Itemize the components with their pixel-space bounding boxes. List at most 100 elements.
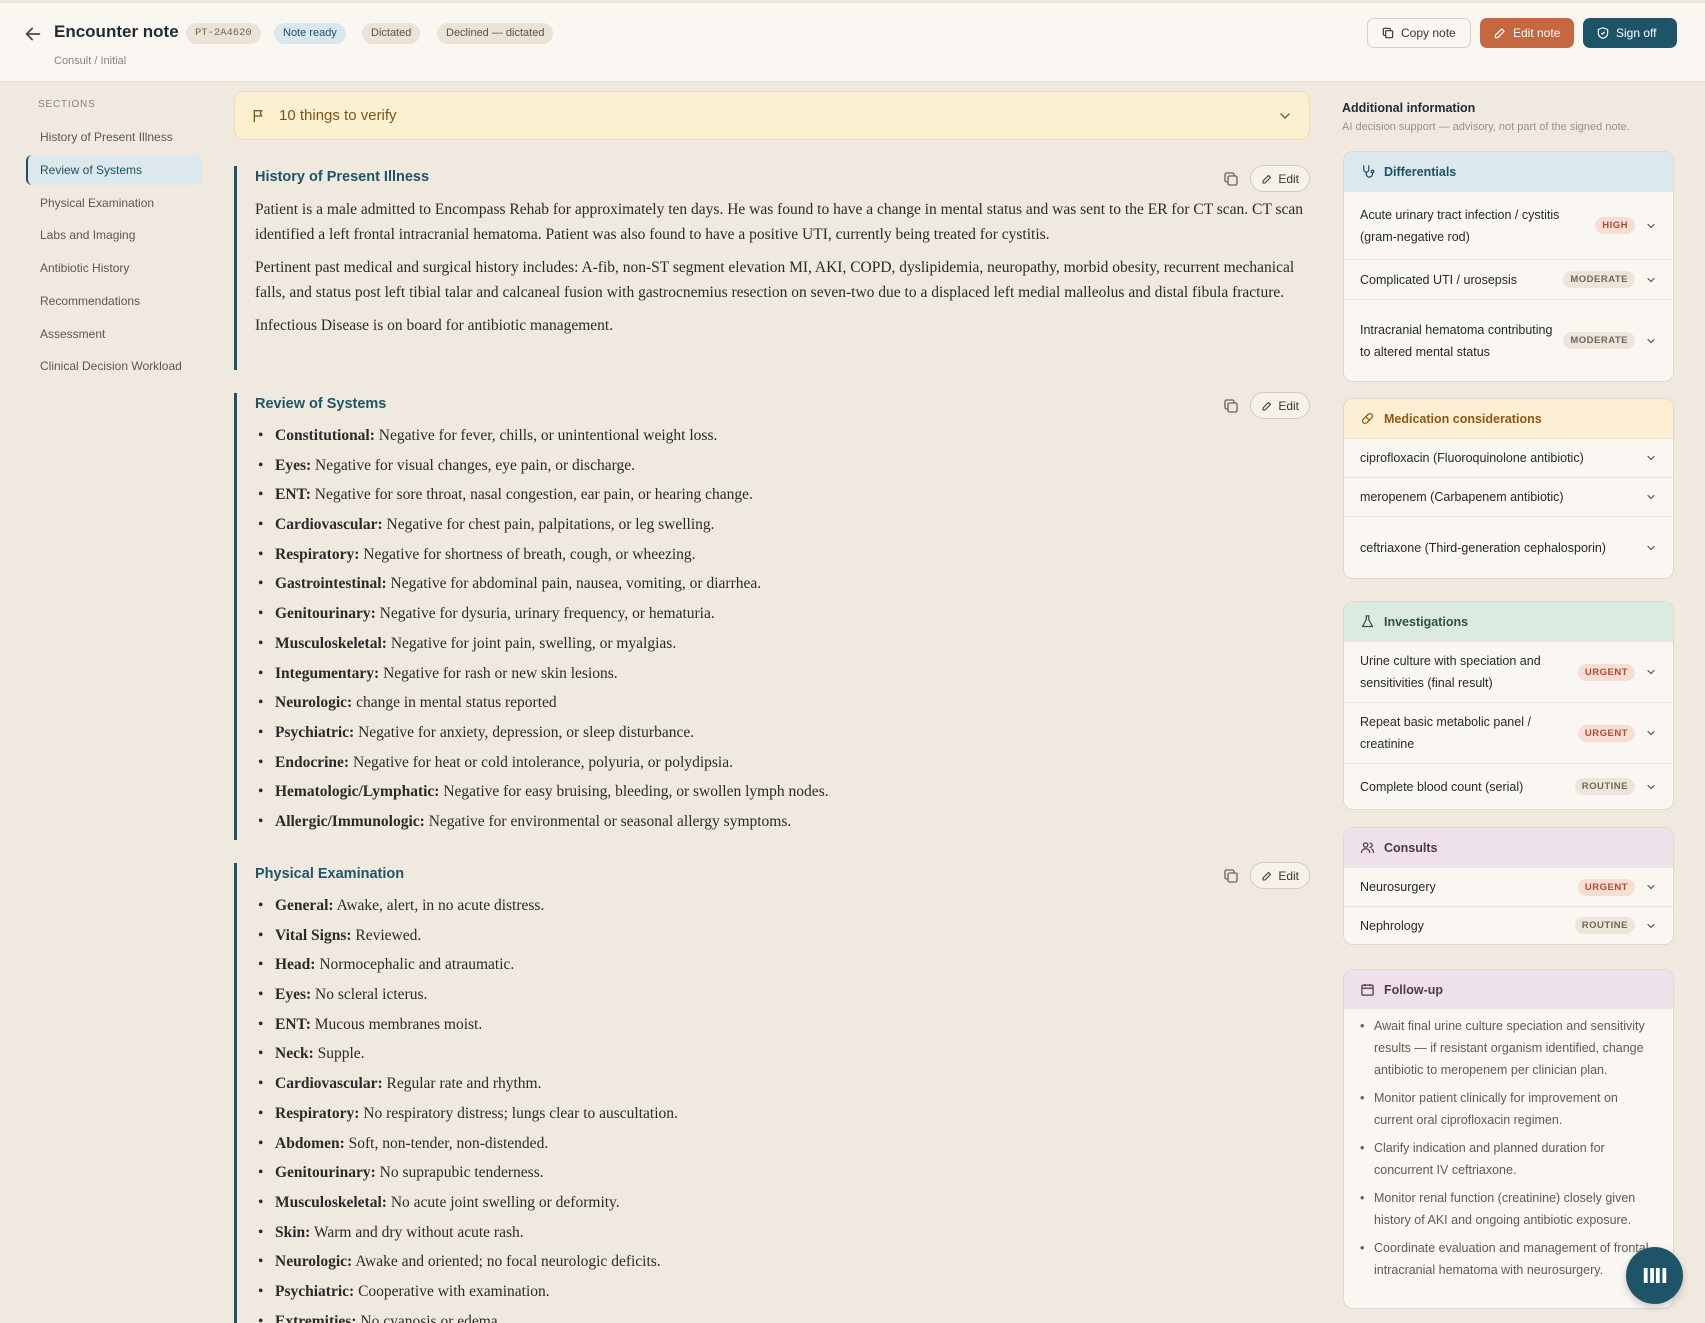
investigations-title: Investigations (1384, 614, 1469, 629)
differentials-header: Differentials (1344, 152, 1673, 191)
priority-badge: ROUTINE (1574, 917, 1635, 934)
nav-item-recommendations[interactable]: Recommendations (26, 286, 202, 316)
item-text: Negative for sore throat, nasal congesti… (314, 486, 753, 504)
item-label: Extremities: (275, 1312, 357, 1323)
nav-item-antibiotic-history[interactable]: Antibiotic History (26, 253, 202, 283)
item-text: Negative for fever, chills, or unintenti… (378, 427, 718, 444)
list-item: Musculoskeletal: No acute joint swelling… (255, 1188, 1310, 1218)
copy-note-button[interactable]: Copy note (1367, 18, 1471, 48)
additional-info-title: Additional information (1342, 101, 1476, 115)
list-item: Neurologic: change in mental status repo… (255, 688, 1310, 718)
copy-icon[interactable] (1222, 170, 1240, 188)
flask-icon (1361, 615, 1374, 628)
sign-off-label: Sign off (1616, 26, 1657, 40)
list-item: Eyes: Negative for visual changes, eye p… (255, 451, 1310, 481)
list-item: Extremities: No cyanosis or edema. (255, 1307, 1310, 1323)
ros-list: Constitutional: Negative for fever, chil… (255, 421, 1310, 837)
consult-row[interactable]: Nephrology ROUTINE (1344, 906, 1673, 944)
consult-row[interactable]: Neurosurgery URGENT (1344, 867, 1673, 906)
chevron-down-icon (1647, 455, 1655, 461)
chevron-down-icon (1647, 784, 1655, 789)
pencil-icon (1494, 28, 1505, 39)
nav-item-hpi[interactable]: History of Present Illness (26, 122, 202, 152)
item-text: Negative for visual changes, eye pain, o… (315, 456, 635, 474)
chevron-down-icon (1647, 884, 1655, 890)
follow-up-card: Follow-up Await final urine culture spec… (1343, 969, 1674, 1309)
differential-row[interactable]: Complicated UTI / urosepsis MODERATE (1344, 259, 1673, 299)
priority-badge: URGENT (1577, 724, 1635, 742)
copy-icon[interactable] (1222, 397, 1240, 415)
list-item: Neck: Supple. (255, 1039, 1310, 1069)
assistant-fab-button[interactable]: IⅡI (1626, 1247, 1683, 1304)
item-label: Neck: (275, 1045, 314, 1063)
edit-note-button[interactable]: Edit note (1480, 18, 1574, 48)
section-hpi: History of Present Illness Edit Patient … (234, 165, 1310, 370)
chevron-down-icon (1647, 223, 1655, 228)
consult-label: Nephrology (1360, 918, 1424, 933)
copy-icon (1382, 27, 1394, 39)
assistant-logo-icon: IⅡI (1641, 1263, 1668, 1288)
medications-header: Medication considerations (1344, 399, 1673, 438)
item-label: Skin: (275, 1223, 311, 1241)
differential-row[interactable]: Intracranial hematoma contributing to al… (1344, 299, 1673, 381)
list-item: Cardiovascular: Regular rate and rhythm. (255, 1069, 1310, 1099)
page-title: Encounter note (54, 22, 179, 41)
item-label: ENT: (275, 1015, 311, 1033)
item-label: Musculoskeletal: (275, 634, 387, 652)
nav-item-ros[interactable]: Review of Systems (26, 155, 202, 185)
list-item: Psychiatric: Cooperative with examinatio… (255, 1277, 1310, 1307)
physical-exam-list: General: Awake, alert, in no acute distr… (255, 891, 1310, 1323)
list-item: Cardiovascular: Negative for chest pain,… (255, 510, 1310, 540)
item-label: Integumentary: (275, 664, 380, 682)
hpi-paragraph: Pertinent past medical and surgical hist… (255, 259, 1295, 301)
investigation-row[interactable]: Complete blood count (serial) ROUTINE (1344, 763, 1673, 809)
item-label: Neurologic: (275, 694, 353, 712)
sign-off-button[interactable]: Sign off (1583, 18, 1677, 48)
edit-section-button[interactable]: Edit (1250, 862, 1310, 889)
item-text: No acute joint swelling or deformity. (390, 1193, 620, 1211)
investigation-row[interactable]: Repeat basic metabolic panel / creatinin… (1344, 702, 1673, 763)
investigation-row[interactable]: Urine culture with speciation and sensit… (1344, 641, 1673, 702)
item-text: Mucous membranes moist. (314, 1015, 483, 1033)
copy-icon[interactable] (1222, 867, 1240, 885)
nav-item-clinical-decision-workload[interactable]: Clinical Decision Workload (26, 351, 202, 381)
edit-section-button[interactable]: Edit (1250, 392, 1310, 419)
investigations-card: Investigations Urine culture with specia… (1343, 601, 1674, 810)
edit-section-button[interactable]: Edit (1250, 165, 1310, 192)
item-label: Respiratory: (275, 1104, 360, 1122)
note-type: Consult / Initial (54, 55, 127, 67)
calendar-icon (1361, 983, 1374, 996)
chevron-down-icon (1647, 277, 1655, 282)
verify-banner[interactable]: 10 things to verify (234, 91, 1310, 140)
differential-row[interactable]: Acute urinary tract infection / cystitis… (1344, 191, 1673, 259)
priority-badge: MODERATE (1563, 332, 1635, 349)
section-title-hpi: History of Present Illness (255, 169, 430, 185)
investigations-header: Investigations (1344, 602, 1673, 641)
item-label: Genitourinary: (275, 605, 376, 623)
back-arrow-icon[interactable] (22, 23, 44, 45)
medication-row[interactable]: ciprofloxacin (Fluoroquinolone antibioti… (1344, 438, 1673, 477)
consults-card: Consults Neurosurgery URGENT Nephrology … (1343, 827, 1674, 945)
item-text: Negative for environmental or seasonal a… (428, 812, 792, 830)
item-label: Head: (275, 956, 316, 974)
stethoscope-icon (1363, 165, 1375, 178)
item-label: Genitourinary: (275, 1164, 376, 1182)
hpi-paragraph: Infectious Disease is on board for antib… (255, 317, 614, 334)
item-text: Negative for chest pain, palpitations, o… (386, 516, 715, 534)
nav-item-labs-imaging[interactable]: Labs and Imaging (26, 220, 202, 250)
medication-row[interactable]: ceftriaxone (Third-generation cephalospo… (1344, 516, 1673, 578)
edit-label: Edit (1278, 171, 1299, 186)
item-text: change in mental status reported (356, 694, 557, 712)
list-item: Genitourinary: No suprapubic tenderness. (255, 1158, 1310, 1188)
item-text: Regular rate and rhythm. (386, 1075, 542, 1093)
section-title-physical-exam: Physical Examination (255, 866, 405, 882)
medication-row[interactable]: meropenem (Carbapenem antibiotic) (1344, 477, 1673, 516)
investigation-label: Urine culture with speciation and sensit… (1360, 654, 1541, 690)
pencil-icon (1262, 174, 1272, 183)
medication-label: ceftriaxone (Third-generation cephalospo… (1360, 540, 1606, 555)
follow-up-item: Await final urine culture speciation and… (1360, 1015, 1657, 1081)
item-label: Allergic/Immunologic: (275, 812, 425, 830)
nav-item-assessment[interactable]: Assessment (26, 319, 202, 349)
differentials-card: Differentials Acute urinary tract infect… (1343, 151, 1674, 382)
nav-item-physical-exam[interactable]: Physical Examination (26, 188, 202, 218)
